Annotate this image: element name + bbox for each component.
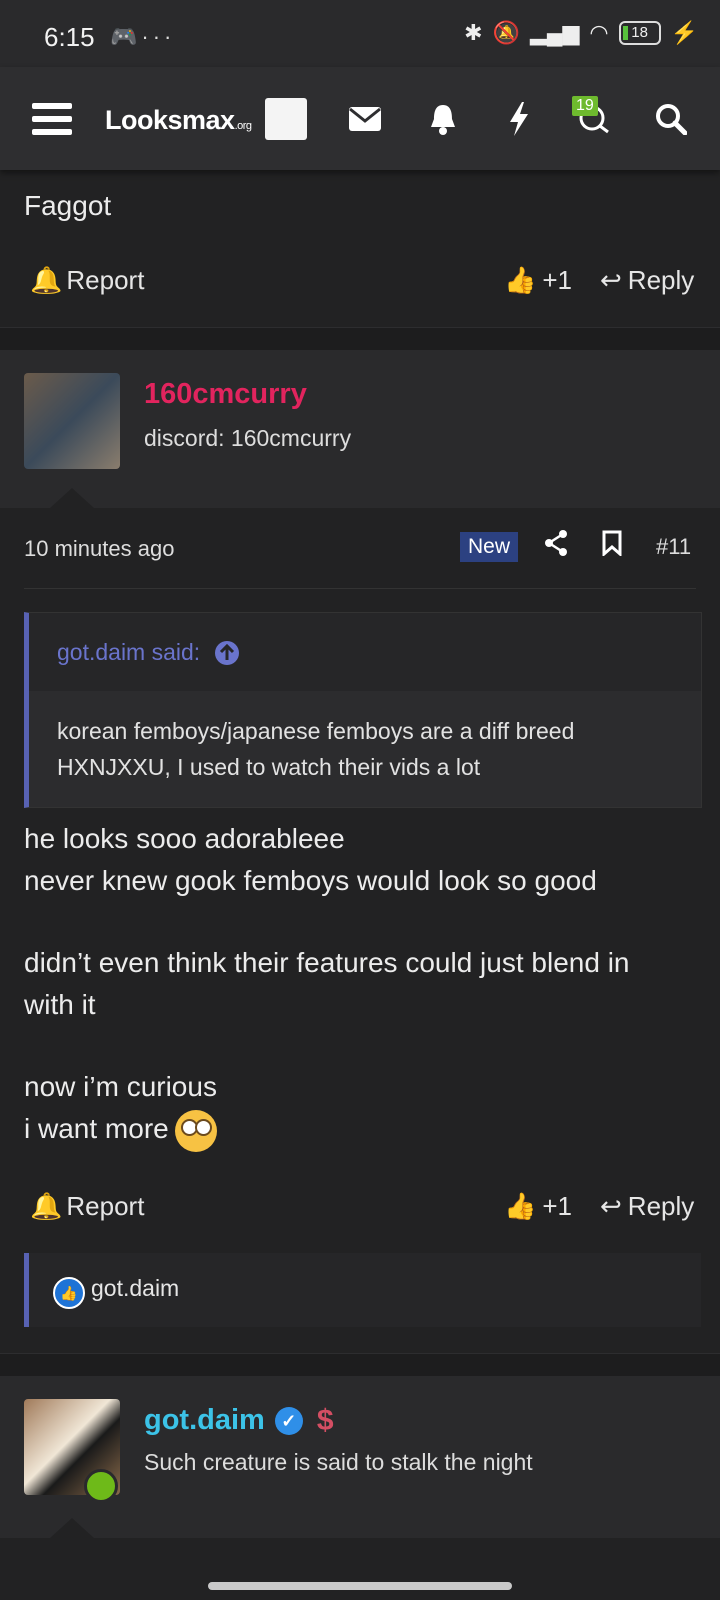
user-avatar[interactable]: [24, 373, 120, 469]
post-body-line: with it: [24, 989, 96, 1020]
post-body-line: Faggot: [24, 190, 112, 221]
reaction-user[interactable]: got.daim: [91, 1275, 179, 1302]
status-left-icons: 🎮···: [110, 24, 175, 50]
quote-line: HXNJXXU, I used to watch their vids a lo…: [57, 754, 481, 780]
site-logo[interactable]: Looksmax.org: [105, 105, 252, 136]
user-title: discord: 160cmcurry: [144, 425, 352, 451]
post-body-line: never knew gook femboys would look so go…: [24, 865, 597, 896]
status-time: 6:15: [44, 22, 95, 52]
post-body-line: didn’t even think their features could j…: [24, 947, 630, 978]
post-separator: [0, 1353, 720, 1377]
thumbs-up-icon: 👍: [504, 1191, 537, 1221]
avatar-pointer: [50, 1518, 94, 1538]
post-body: Faggot: [24, 190, 111, 222]
share-icon[interactable]: [544, 530, 568, 563]
online-status-icon: [84, 1469, 118, 1503]
rolling-eyes-emoji-icon: [174, 1109, 217, 1152]
charging-icon: ⚡: [670, 20, 698, 45]
username[interactable]: got.daim ✓ $: [144, 1404, 334, 1438]
post-meta: 10 minutes ago New #11: [0, 508, 720, 588]
quote-line: korean femboys/japanese femboys are a di…: [57, 718, 575, 744]
game-controller-icon: 🎮: [110, 24, 142, 49]
bluetooth-icon: ✱: [464, 20, 483, 45]
mail-icon[interactable]: [340, 67, 390, 170]
bookmark-icon[interactable]: [602, 530, 622, 563]
quote-body: korean femboys/japanese femboys are a di…: [29, 691, 701, 807]
dollar-icon: $: [316, 1404, 334, 1438]
thumbs-up-icon: 👍: [504, 265, 537, 295]
like-button[interactable]: 👍 +1: [504, 1191, 572, 1222]
signal-icon: ▂▄▆: [529, 20, 580, 45]
report-button[interactable]: 🔔 Report: [30, 1191, 144, 1222]
user-title: Such creature is said to stalk the night: [144, 1449, 533, 1475]
post-body-line: now i’m curious: [24, 1071, 217, 1102]
bottom-area: [0, 1538, 720, 1600]
avatar-pointer: [50, 488, 94, 508]
post-separator: [0, 327, 720, 351]
post-actions: 🔔 Report 👍 +1 ↩ Reply: [0, 257, 720, 307]
quote-author[interactable]: got.daim said:: [57, 639, 240, 666]
messages-badge: 19: [572, 96, 598, 116]
post-number[interactable]: #11: [656, 534, 691, 560]
top-navbar: Looksmax.org: [0, 67, 720, 170]
home-indicator[interactable]: [208, 1582, 512, 1590]
bell-icon[interactable]: [418, 67, 468, 170]
verified-badge-icon: ✓: [274, 1407, 303, 1436]
bell-icon: 🔔: [30, 1191, 63, 1221]
reply-button[interactable]: ↩ Reply: [600, 1191, 694, 1222]
report-button[interactable]: 🔔 Report: [30, 265, 144, 296]
more-dots-icon: ···: [141, 24, 176, 49]
quote-block: got.daim said: korean femboys/japanese f…: [24, 612, 702, 808]
divider: [24, 588, 696, 589]
quote-header: got.daim said:: [29, 613, 701, 691]
like-button[interactable]: 👍 +1: [504, 265, 572, 296]
battery-indicator: 18: [618, 21, 661, 45]
menu-icon[interactable]: [22, 67, 82, 170]
status-bar: 6:15 🎮··· ✱ 🔕 ▂▄▆ ◠ 18 ⚡: [0, 0, 720, 67]
post-body-line: he looks sooo adorableee: [24, 823, 345, 854]
new-badge: New: [460, 532, 519, 562]
post-body-line: i want more: [24, 1113, 169, 1144]
post-user-header: got.daim ✓ $ Such creature is said to stal…: [0, 1376, 720, 1538]
status-right-icons: ✱ 🔕 ▂▄▆ ◠ 18 ⚡: [464, 20, 698, 46]
post-time[interactable]: 10 minutes ago: [24, 536, 174, 562]
chat-icon[interactable]: [570, 67, 620, 170]
user-avatar[interactable]: [265, 98, 307, 140]
mute-bell-icon: 🔕: [492, 20, 520, 45]
wifi-icon: ◠: [589, 20, 609, 45]
like-reaction-icon: 👍: [53, 1277, 85, 1309]
reactions-bar[interactable]: 👍 got.daim: [24, 1253, 701, 1327]
post-user-header: 160cmcurry discord: 160cmcurry: [0, 350, 720, 508]
reply-icon: ↩: [600, 1191, 622, 1221]
post-actions: 🔔 Report 👍 +1 ↩ Reply: [0, 1183, 720, 1233]
reply-button[interactable]: ↩ Reply: [600, 265, 694, 296]
lightning-icon[interactable]: [494, 67, 544, 170]
reply-icon: ↩: [600, 265, 622, 295]
bell-icon: 🔔: [30, 265, 63, 295]
arrow-up-circle-icon: [215, 640, 240, 665]
username[interactable]: 160cmcurry: [144, 378, 307, 411]
search-icon[interactable]: [646, 67, 696, 170]
post-body: he looks sooo adorableee never knew gook…: [24, 818, 714, 1152]
